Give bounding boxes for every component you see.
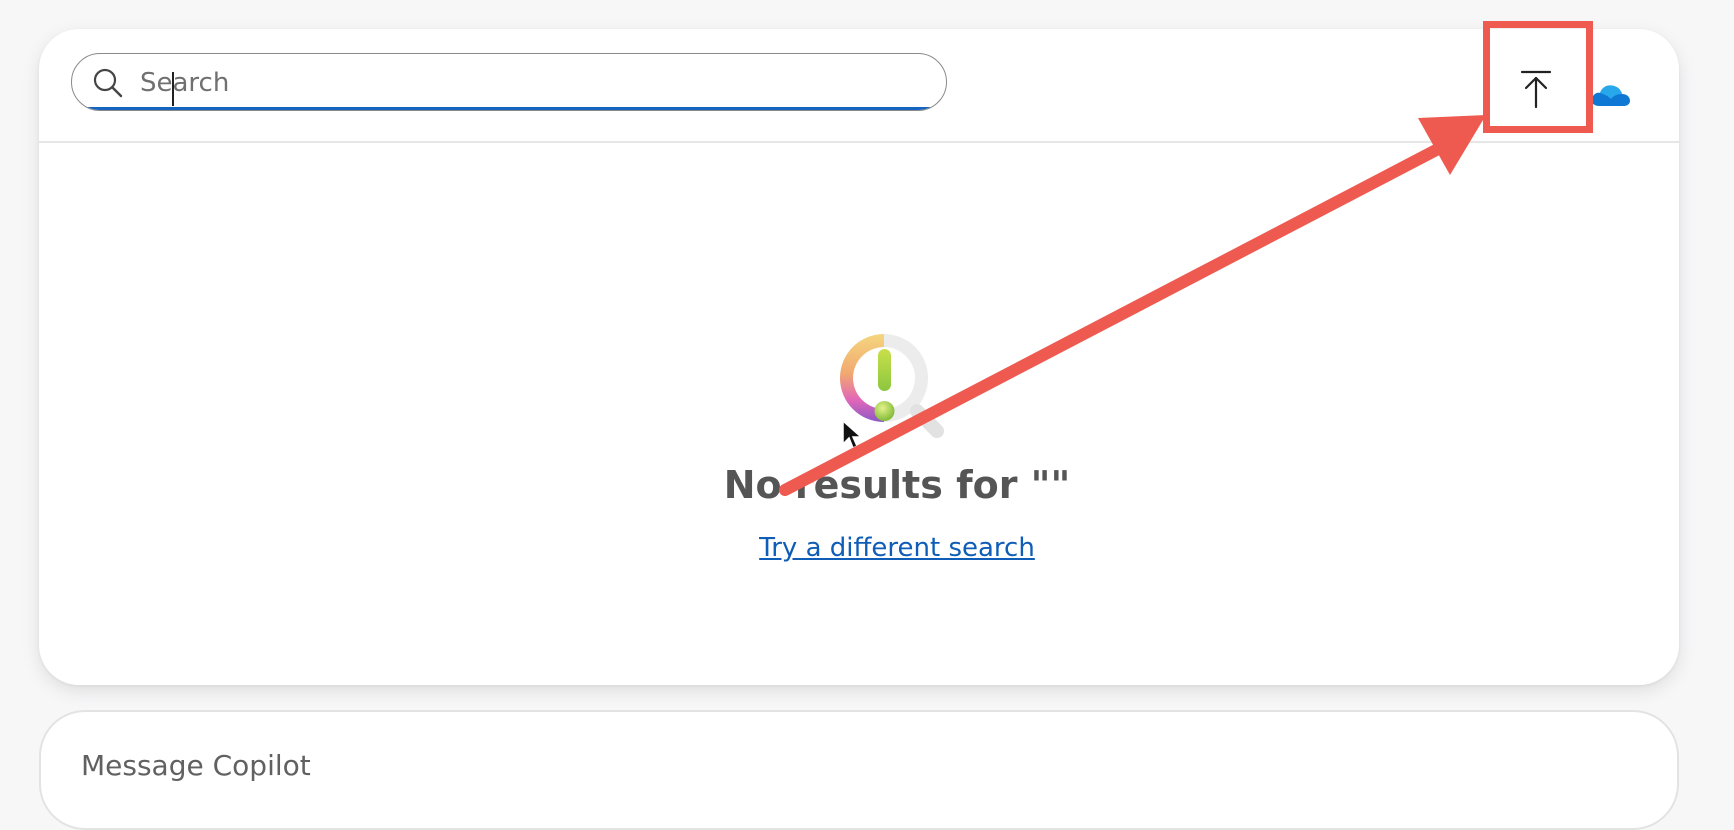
upload-button[interactable] — [1496, 49, 1576, 129]
message-copilot-input[interactable] — [79, 746, 983, 784]
no-results-title: No results for "" — [723, 463, 1071, 507]
empty-state: No results for "" Try a different search — [39, 141, 1679, 685]
search-results-panel: No results for "" Try a different search — [39, 29, 1679, 685]
try-different-search-link[interactable]: Try a different search — [39, 533, 1679, 563]
search-input[interactable] — [138, 60, 932, 106]
search-header — [39, 29, 1679, 143]
copilot-composer[interactable] — [39, 710, 1679, 830]
mouse-cursor-icon — [842, 420, 862, 450]
search-box[interactable] — [71, 53, 947, 111]
text-caret — [172, 72, 174, 106]
upload-to-top-icon — [1520, 70, 1552, 109]
onedrive-cloud-icon[interactable] — [1589, 81, 1631, 109]
search-icon — [93, 68, 123, 98]
